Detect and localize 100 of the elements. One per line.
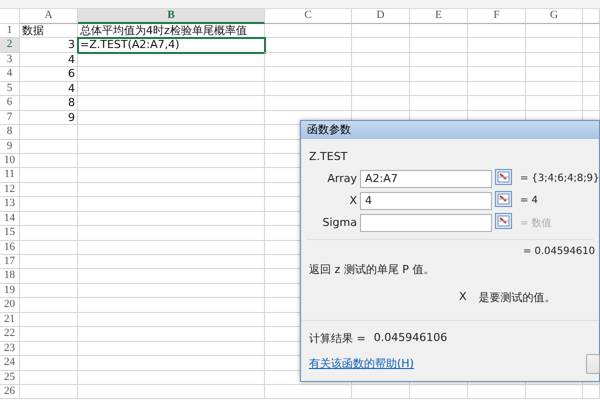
column-header[interactable] [583,9,600,24]
empty-cell[interactable] [20,140,78,154]
row-header[interactable]: 17 [0,255,20,270]
row-header[interactable]: 16 [0,240,20,255]
row-header[interactable]: 5 [0,82,20,96]
range-picker-icon[interactable] [495,213,512,229]
row-header[interactable]: 9 [0,140,20,154]
row-header[interactable]: 4 [0,67,20,82]
row-header[interactable]: 10 [0,154,20,168]
empty-cell[interactable] [583,52,600,68]
empty-cell[interactable] [20,269,78,284]
row-header[interactable]: 20 [0,298,20,313]
empty-cell[interactable] [526,24,583,38]
empty-cell[interactable] [78,82,265,96]
row-header[interactable]: 7 [0,110,20,126]
empty-cell[interactable] [78,212,265,226]
row-header[interactable]: 24 [0,356,20,370]
empty-cell[interactable] [265,384,352,400]
argument-field[interactable]: 4 [360,192,492,210]
empty-cell[interactable] [20,182,78,198]
column-header[interactable]: B [78,9,265,24]
column-header[interactable]: D [352,9,410,24]
empty-cell[interactable] [20,154,78,168]
row-header[interactable]: 14 [0,212,20,226]
empty-cell[interactable] [78,384,265,400]
empty-cell[interactable] [20,370,78,385]
argument-field[interactable] [360,214,492,232]
row-header[interactable]: 19 [0,284,20,298]
empty-cell[interactable] [78,226,265,241]
empty-cell[interactable] [410,384,468,400]
empty-cell[interactable] [468,52,526,68]
empty-cell[interactable] [20,255,78,270]
empty-cell[interactable] [78,197,265,212]
empty-cell[interactable] [78,284,265,298]
row-header[interactable]: 18 [0,269,20,284]
empty-cell[interactable] [78,154,265,168]
empty-cell[interactable] [352,24,410,38]
range-picker-icon[interactable] [495,169,512,185]
empty-cell[interactable] [78,96,265,111]
empty-cell[interactable] [265,96,352,111]
empty-cell[interactable] [410,67,468,82]
empty-cell[interactable] [265,24,352,38]
empty-cell[interactable] [410,82,468,96]
empty-cell[interactable] [468,67,526,82]
empty-cell[interactable] [583,38,600,53]
empty-cell[interactable] [78,370,265,385]
dialog-button[interactable] [586,354,600,374]
empty-cell[interactable] [410,24,468,38]
empty-cell[interactable] [352,38,410,53]
empty-cell[interactable] [526,82,583,96]
argument-field[interactable]: A2:A7 [360,170,492,188]
row-header[interactable]: 3 [0,52,20,68]
empty-cell[interactable] [265,67,352,82]
empty-cell[interactable] [410,38,468,53]
empty-cell[interactable] [78,240,265,255]
empty-cell[interactable] [526,52,583,68]
row-header[interactable]: 21 [0,312,20,328]
empty-cell[interactable] [468,24,526,38]
empty-cell[interactable] [468,96,526,111]
empty-cell[interactable] [20,298,78,313]
row-header[interactable]: 11 [0,168,20,183]
empty-cell[interactable] [78,269,265,284]
row-header[interactable]: 26 [0,384,20,400]
empty-cell[interactable] [20,212,78,226]
empty-cell[interactable] [78,342,265,356]
empty-cell[interactable] [265,38,352,53]
column-header[interactable]: C [265,9,352,24]
empty-cell[interactable] [20,284,78,298]
row-header[interactable]: 6 [0,96,20,111]
empty-cell[interactable] [78,110,265,126]
column-header[interactable]: E [410,9,468,24]
empty-cell[interactable] [20,168,78,183]
empty-cell[interactable] [526,38,583,53]
column-header[interactable]: A [20,9,78,24]
empty-cell[interactable] [78,140,265,154]
empty-cell[interactable] [468,384,526,400]
empty-cell[interactable] [20,356,78,370]
empty-cell[interactable] [20,312,78,328]
empty-cell[interactable] [20,197,78,212]
column-header[interactable]: G [526,9,583,24]
empty-cell[interactable] [526,384,583,400]
empty-cell[interactable] [265,82,352,96]
column-header[interactable]: F [468,9,526,24]
empty-cell[interactable] [583,82,600,96]
empty-cell[interactable] [20,125,78,140]
empty-cell[interactable] [20,226,78,241]
empty-cell[interactable] [78,327,265,342]
empty-cell[interactable] [352,67,410,82]
row-header[interactable]: 12 [0,182,20,198]
empty-cell[interactable] [352,384,410,400]
empty-cell[interactable] [78,182,265,198]
empty-cell[interactable] [78,125,265,140]
empty-cell[interactable] [20,327,78,342]
empty-cell[interactable] [410,96,468,111]
empty-cell[interactable] [78,168,265,183]
empty-cell[interactable] [583,24,600,38]
empty-cell[interactable] [410,52,468,68]
row-header[interactable]: 8 [0,125,20,140]
empty-cell[interactable] [526,67,583,82]
empty-cell[interactable] [468,82,526,96]
